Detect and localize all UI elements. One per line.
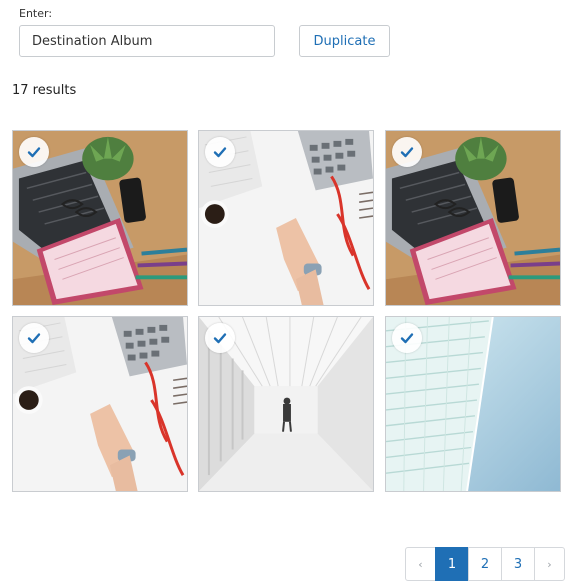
check-icon (27, 333, 41, 344)
chevron-right-icon: › (547, 557, 552, 571)
image-tile[interactable] (385, 130, 561, 306)
image-tile[interactable] (12, 316, 188, 492)
page-1-button[interactable]: 1 (435, 547, 469, 581)
pagination: ‹ 1 2 3 › (405, 547, 565, 581)
check-icon (213, 333, 227, 344)
chevron-left-icon: ‹ (418, 557, 423, 571)
prev-page-button[interactable]: ‹ (405, 547, 436, 581)
image-tile[interactable] (12, 130, 188, 306)
image-tile[interactable] (385, 316, 561, 492)
duplicate-button[interactable]: Duplicate (299, 25, 390, 57)
selected-check[interactable] (205, 137, 235, 167)
selected-check[interactable] (392, 137, 422, 167)
results-count: 17 results (12, 83, 77, 98)
check-icon (27, 147, 41, 158)
selected-check[interactable] (392, 323, 422, 353)
selected-check[interactable] (19, 137, 49, 167)
destination-album-input[interactable] (19, 25, 275, 57)
page-3-button[interactable]: 3 (501, 547, 535, 581)
image-tile[interactable] (198, 130, 374, 306)
duplicate-page: Enter: Duplicate 17 results (0, 0, 577, 585)
enter-label: Enter: (19, 7, 53, 20)
selected-check[interactable] (205, 323, 235, 353)
image-tile[interactable] (198, 316, 374, 492)
check-icon (400, 333, 414, 344)
check-icon (213, 147, 227, 158)
next-page-button[interactable]: › (534, 547, 565, 581)
image-grid (12, 130, 562, 493)
page-2-button[interactable]: 2 (468, 547, 502, 581)
selected-check[interactable] (19, 323, 49, 353)
check-icon (400, 147, 414, 158)
